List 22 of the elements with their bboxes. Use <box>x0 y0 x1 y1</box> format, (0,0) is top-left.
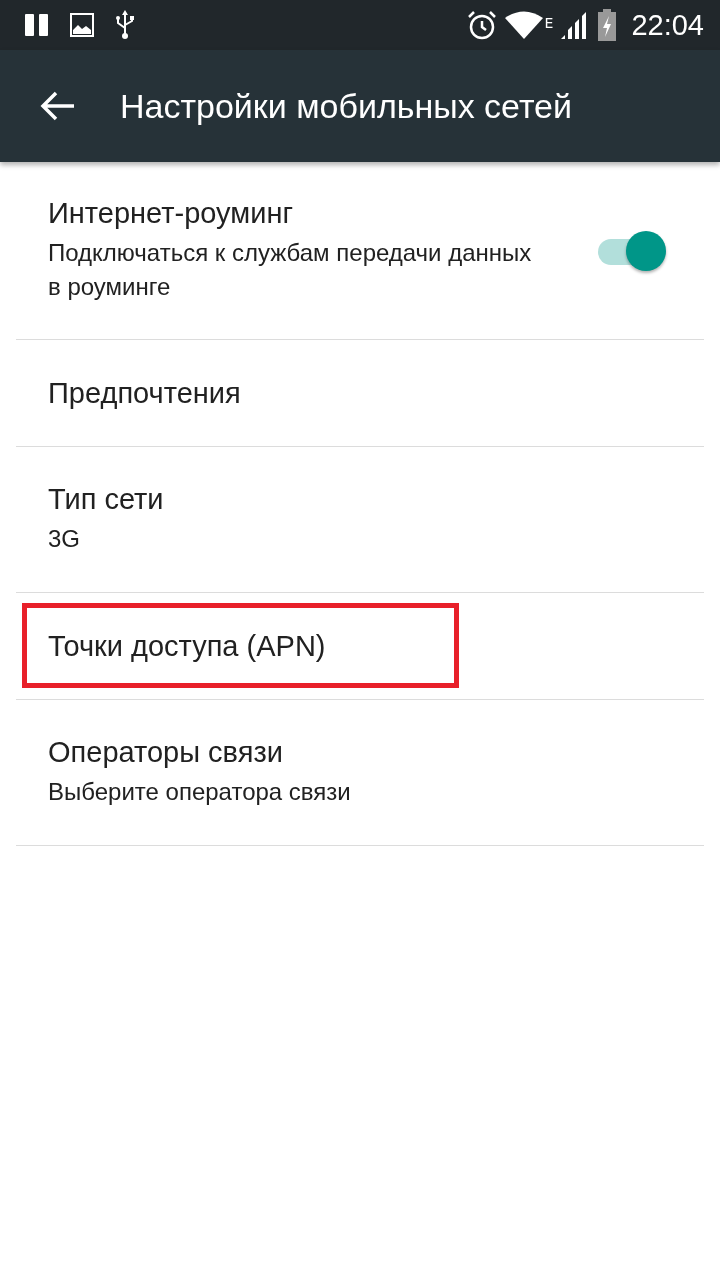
battery-icon <box>597 9 618 41</box>
item-title: Операторы связи <box>48 736 284 769</box>
item-title: Предпочтения <box>48 376 242 410</box>
clock: 22:04 <box>631 8 704 42</box>
settings-item[interactable]: Интернет-роуминг Подключаться к службам передачи данных в роуминге <box>16 162 704 340</box>
settings-item[interactable]: Точки доступа (APN) <box>16 593 704 700</box>
item-title: Тип сети <box>48 483 165 516</box>
settings-item[interactable]: Операторы связи Выберите оператора связи <box>16 700 704 846</box>
item-summary: Выберите оператора связи <box>48 777 352 807</box>
network-type: E <box>544 14 554 31</box>
settings-item[interactable]: Предпочтения <box>16 340 704 447</box>
item-summary: Подключаться к службам передачи данных в роуминге <box>48 238 533 302</box>
item-title: Интернет-роуминг <box>48 197 295 230</box>
item-summary: 3G <box>48 524 81 554</box>
screen-title: Настройки мобильных сетей <box>120 86 572 126</box>
image-icon <box>70 13 94 37</box>
item-title: Точки доступа (APN) <box>48 629 327 663</box>
wifi-icon <box>504 11 543 39</box>
usb-icon <box>114 10 136 40</box>
pause-icon <box>24 14 50 36</box>
settings-item[interactable]: Тип сети 3G <box>16 447 704 593</box>
alarm-icon <box>466 10 497 40</box>
